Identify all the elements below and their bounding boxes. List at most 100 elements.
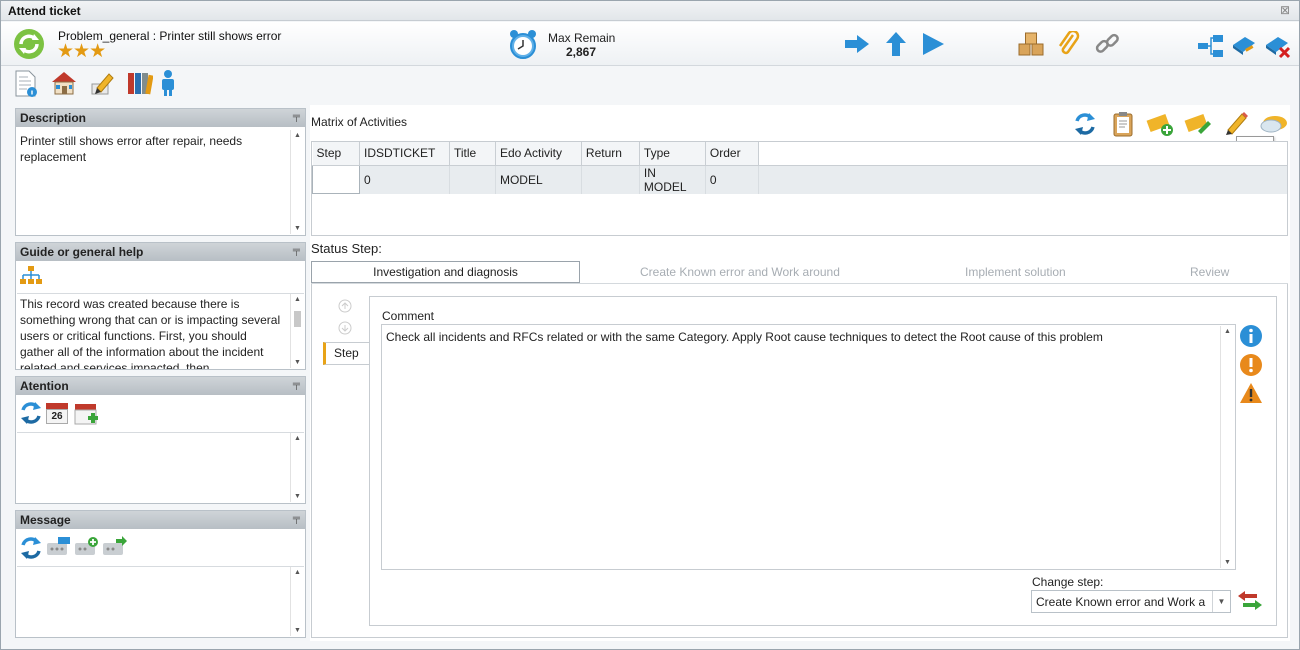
guide-text: This record was created because there is… — [20, 297, 281, 369]
message-header: Message ╤ — [16, 511, 305, 529]
column-header[interactable]: IDSDTICKET — [359, 142, 450, 166]
description-panel: Description ╤ Printer still shows error … — [15, 108, 306, 236]
chat-icon[interactable] — [1260, 113, 1288, 137]
tab-known-error[interactable]: Create Known error and Work around — [640, 265, 840, 279]
refresh-icon[interactable] — [19, 536, 43, 560]
move-up-icon[interactable] — [338, 299, 352, 313]
table-cell[interactable]: MODEL — [495, 165, 582, 194]
window-title: Attend ticket — [8, 4, 81, 18]
play-icon[interactable] — [921, 32, 945, 56]
comment-scrollbar[interactable]: ▲ ▼ — [1220, 326, 1234, 568]
home-icon[interactable] — [51, 70, 77, 96]
alarm-clock-icon — [510, 30, 536, 59]
swap-arrows-icon[interactable] — [1237, 590, 1263, 612]
atention-scrollbar[interactable]: ▲ ▼ — [290, 433, 304, 502]
guide-title: Guide or general help — [20, 245, 144, 259]
paperclip-icon[interactable] — [1057, 31, 1081, 57]
pencil-edit-icon[interactable] — [89, 70, 115, 96]
ticket-add-icon[interactable] — [1146, 111, 1174, 137]
document-info-icon[interactable] — [14, 70, 38, 98]
pencil-icon[interactable] — [1224, 110, 1248, 136]
org-chart-icon[interactable] — [19, 265, 43, 289]
binders-icon[interactable] — [127, 70, 153, 96]
tab-investigation[interactable]: Investigation and diagnosis — [311, 261, 580, 283]
priority-stars: ★★★ — [57, 41, 106, 62]
pin-icon[interactable]: ╤ — [293, 379, 300, 390]
column-header[interactable]: Edo Activity — [495, 142, 582, 166]
column-header[interactable]: Return — [581, 142, 640, 166]
atention-title: Atention — [20, 379, 69, 393]
message-add-icon[interactable] — [74, 536, 100, 560]
tab-review[interactable]: Review — [1190, 265, 1229, 279]
refresh-cycle-icon[interactable] — [12, 27, 46, 61]
comment-label: Comment — [382, 309, 435, 323]
link-icon[interactable] — [1094, 31, 1120, 57]
table-cell[interactable]: IN MODEL — [639, 165, 706, 194]
step-side-tab[interactable]: Step — [323, 342, 371, 365]
secondary-toolbar — [1, 67, 1299, 103]
guide-text-area: This record was created because there is… — [17, 293, 304, 369]
status-step-label: Status Step: — [311, 241, 382, 256]
step-detail: Comment Check all incidents and RFCs rel… — [369, 296, 1277, 626]
message-panel: Message ╤ ▲ ▼ — [15, 510, 306, 638]
message-title: Message — [20, 513, 71, 527]
table-cell[interactable]: 0 — [359, 165, 450, 194]
status-tabs: Investigation and diagnosis Create Known… — [311, 261, 1288, 284]
table-row[interactable]: 0 MODEL IN MODEL 0 — [312, 164, 1287, 194]
tab-implement-solution[interactable]: Implement solution — [965, 265, 1066, 279]
column-header[interactable]: Order — [705, 142, 759, 166]
table-cell[interactable] — [449, 165, 496, 194]
ticket-edit-icon[interactable] — [1231, 35, 1257, 57]
close-icon[interactable]: ⊠ — [1280, 3, 1290, 17]
table-cell[interactable] — [312, 164, 360, 194]
activities-table: Step IDSDTICKET Title Edo Activity Retur… — [312, 142, 1287, 194]
ticket-edit-small-icon[interactable] — [1184, 111, 1212, 137]
info-icon[interactable] — [1239, 324, 1263, 348]
calendar-add-icon[interactable] — [74, 401, 100, 427]
refresh-icon[interactable] — [19, 401, 43, 425]
description-scrollbar[interactable]: ▲ ▼ — [290, 130, 304, 234]
boxes-icon[interactable] — [1018, 32, 1044, 56]
arrow-up-icon[interactable] — [885, 31, 907, 57]
message-list — [17, 566, 304, 636]
max-remain-label: Max Remain — [548, 31, 616, 45]
activities-grid: Step IDSDTICKET Title Edo Activity Retur… — [311, 141, 1288, 236]
message-forward-icon[interactable] — [102, 536, 128, 560]
change-step-label: Change step: — [1032, 575, 1104, 589]
pin-icon[interactable]: ╤ — [293, 513, 300, 524]
message-scrollbar[interactable]: ▲ ▼ — [290, 567, 304, 636]
column-header[interactable]: Title — [449, 142, 496, 166]
description-text: Printer still shows error after repair, … — [20, 134, 243, 164]
comment-text: Check all incidents and RFCs related or … — [386, 330, 1103, 344]
clipboard-icon[interactable] — [1112, 111, 1134, 137]
ticket-header: Problem_general : Printer still shows er… — [1, 22, 1299, 66]
calendar-day: 26 — [46, 409, 68, 424]
atention-header: Atention ╤ — [16, 377, 305, 395]
warning-icon[interactable] — [1239, 382, 1263, 404]
column-header[interactable]: Step — [312, 142, 360, 166]
move-down-icon[interactable] — [338, 321, 352, 335]
guide-header: Guide or general help ╤ — [16, 243, 305, 261]
hierarchy-icon[interactable] — [1197, 34, 1225, 58]
sync-icon[interactable] — [1073, 111, 1097, 137]
arrow-right-icon[interactable] — [844, 34, 870, 54]
guide-panel: Guide or general help ╤ This record was … — [15, 242, 306, 370]
change-step-value: Create Known error and Work a — [1036, 595, 1206, 609]
max-remain-value: 2,867 — [566, 45, 597, 59]
table-header-row: Step IDSDTICKET Title Edo Activity Retur… — [312, 142, 1287, 166]
table-cell[interactable]: 0 — [705, 165, 759, 194]
pin-icon[interactable]: ╤ — [293, 245, 300, 256]
attend-ticket-window: Attend ticket ⊠ Problem_general : Printe… — [0, 0, 1300, 650]
guide-scrollbar[interactable]: ▲ ▼ — [290, 294, 304, 368]
calendar-icon[interactable]: 26 — [46, 401, 70, 425]
ticket-delete-icon[interactable] — [1264, 35, 1292, 59]
table-cell[interactable] — [581, 165, 640, 194]
message-icon[interactable] — [46, 536, 72, 560]
change-step-select[interactable]: Create Known error and Work a ▼ — [1031, 590, 1231, 613]
comment-field[interactable]: Check all incidents and RFCs related or … — [381, 324, 1236, 570]
exclamation-icon[interactable] — [1239, 353, 1263, 377]
pin-icon[interactable]: ╤ — [293, 111, 300, 122]
chevron-down-icon[interactable]: ▼ — [1212, 591, 1230, 612]
user-icon[interactable] — [159, 69, 177, 97]
column-header[interactable]: Type — [639, 142, 706, 166]
